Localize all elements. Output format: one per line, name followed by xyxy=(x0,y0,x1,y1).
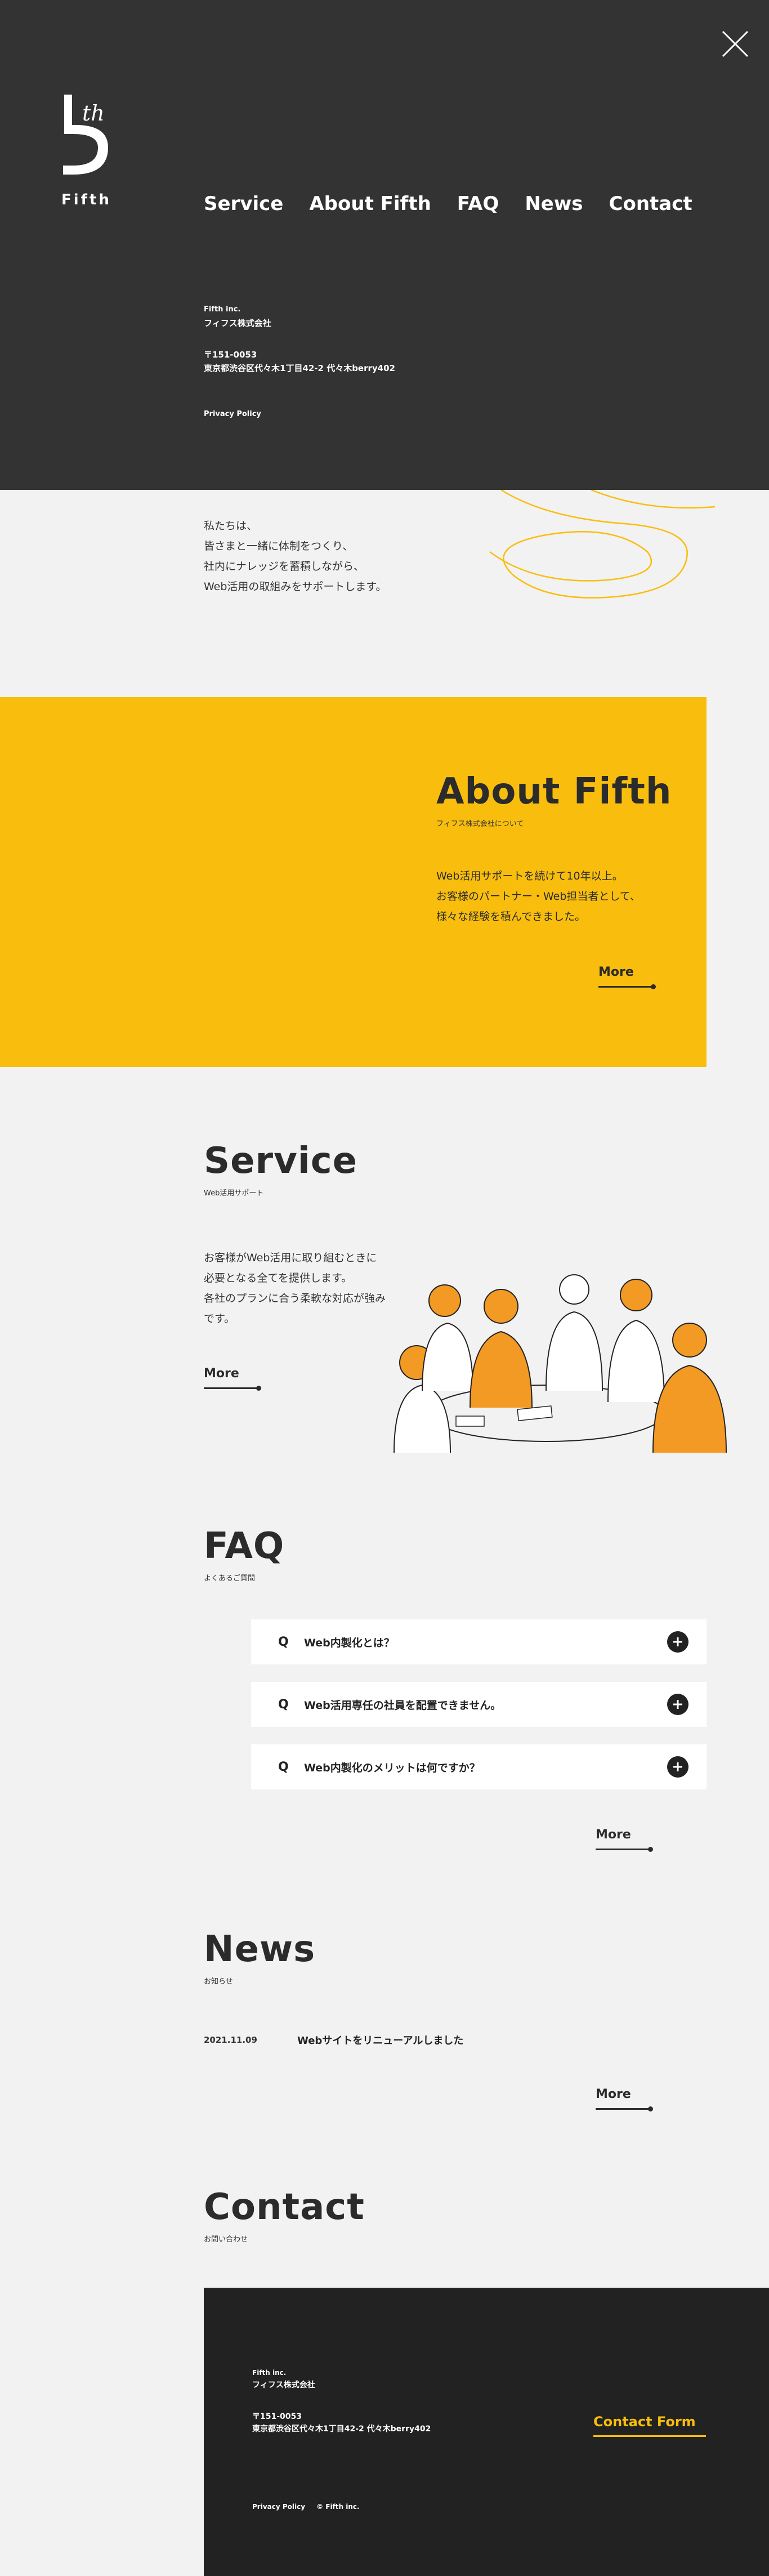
footer: Fifth inc. フィフス株式会社 〒151-0053 東京都渋谷区代々木1… xyxy=(204,2288,769,2576)
privacy-link[interactable]: Privacy Policy xyxy=(204,408,261,421)
service-subtitle: Web活用サポート xyxy=(204,1189,264,1198)
service-more-button[interactable]: More xyxy=(204,1367,261,1391)
plus-icon[interactable] xyxy=(667,1631,688,1653)
service-line: お客様がWeb活用に取り組むときに xyxy=(204,1252,377,1264)
service-line: 各社のプランに合う柔軟な対応が強み xyxy=(204,1292,386,1305)
faq-item[interactable]: Q Web活用専任の社員を配置できません。 xyxy=(251,1682,707,1727)
news-title-text: Webサイトをリニューアルしました xyxy=(297,2035,464,2047)
about-title: About Fifth xyxy=(436,771,672,812)
news-title: News xyxy=(204,1928,316,1970)
team-illustration xyxy=(394,1274,727,1453)
about-line: お客様のパートナー・Web担当者として、 xyxy=(436,890,641,903)
more-label: More xyxy=(596,1828,631,1842)
company-name-ja: フィフス株式会社 xyxy=(204,318,271,328)
nav-faq[interactable]: FAQ xyxy=(457,193,499,215)
about-text: Web活用サポートを続けて10年以上。 お客様のパートナー・Web担当者として、… xyxy=(436,866,641,927)
footer-bottom: Privacy Policy © Fifth inc. xyxy=(252,2501,360,2513)
faq-item[interactable]: Q Web内製化とは？ xyxy=(251,1619,707,1664)
intro-line: 私たちは、 xyxy=(204,520,258,532)
service-line: 必要となる全てを提供します。 xyxy=(204,1272,352,1284)
footer-company-en: Fifth inc. xyxy=(252,2369,287,2377)
arrow-line-icon xyxy=(204,1386,261,1391)
footer-address-line: 東京都渋谷区代々木1丁目42-2 代々木berry402 xyxy=(252,2425,431,2434)
plus-icon[interactable] xyxy=(667,1756,688,1778)
arrow-line-icon xyxy=(598,984,656,989)
main-nav: Service About Fifth FAQ News Contact xyxy=(204,193,692,215)
postal-code: 〒151-0053 xyxy=(204,350,257,360)
intro-line: 皆さまと一緒に体制をつくり、 xyxy=(204,540,354,552)
intro-text: 私たちは、 皆さまと一緒に体制をつくり、 社内にナレッジを蓄積しながら、 Web… xyxy=(204,516,387,597)
faq-item[interactable]: Q Web内製化のメリットは何ですか？ xyxy=(251,1744,707,1789)
service-title: Service xyxy=(204,1140,358,1182)
footer-address: 〒151-0053 東京都渋谷区代々木1丁目42-2 代々木berry402 xyxy=(252,2410,431,2435)
faq-more-button[interactable]: More xyxy=(596,1828,653,1852)
faq-question: Web内製化とは？ xyxy=(304,1636,395,1649)
faq-q-mark: Q xyxy=(278,1697,289,1712)
logo-label: Fifth xyxy=(61,191,111,208)
service-heading: Service Web活用サポート xyxy=(204,1143,357,1198)
about-more-button[interactable]: More xyxy=(598,965,656,989)
faq-question: Web活用専任の社員を配置できません。 xyxy=(304,1699,502,1712)
close-icon[interactable] xyxy=(719,28,751,60)
more-label: More xyxy=(596,2087,631,2101)
nav-service[interactable]: Service xyxy=(204,193,283,215)
news-more-button[interactable]: More xyxy=(596,2087,653,2111)
faq-q-mark: Q xyxy=(278,1760,289,1774)
company-address: 〒151-0053 東京都渋谷区代々木1丁目42-2 代々木berry402 xyxy=(204,348,395,375)
company-name-en: Fifth inc. xyxy=(204,305,241,314)
nav-about[interactable]: About Fifth xyxy=(309,193,431,215)
svg-text:th: th xyxy=(82,101,105,126)
nav-contact[interactable]: Contact xyxy=(609,193,692,215)
faq-question: Web内製化のメリットは何ですか？ xyxy=(304,1761,480,1774)
about-line: 様々な経験を積んできました。 xyxy=(436,910,586,923)
faq-q-mark: Q xyxy=(278,1635,289,1649)
footer-company: Fifth inc. フィフス株式会社 xyxy=(252,2367,315,2391)
news-date: 2021.11.09 xyxy=(204,2035,257,2045)
intro-line: Web活用の取組みをサポートします。 xyxy=(204,581,387,593)
footer-privacy-link[interactable]: Privacy Policy xyxy=(252,2501,305,2513)
news-subtitle: お知らせ xyxy=(204,1977,233,1986)
address: 東京都渋谷区代々木1丁目42-2 代々木berry402 xyxy=(204,363,395,373)
plus-icon[interactable] xyxy=(667,1694,688,1715)
faq-heading: FAQ よくあるご質問 xyxy=(204,1528,284,1583)
company-info: Fifth inc. フィフス株式会社 xyxy=(204,303,271,330)
arrow-line-icon xyxy=(596,1847,653,1852)
arrow-line-icon xyxy=(593,2435,706,2437)
about-section: About Fifth フィフス株式会社について Web活用サポートを続けて10… xyxy=(0,697,707,1067)
contact-subtitle: お問い合わせ xyxy=(204,2235,248,2244)
service-line: です。 xyxy=(204,1312,235,1325)
contact-form-link[interactable]: Contact Form xyxy=(593,2414,706,2437)
more-label: More xyxy=(598,965,634,979)
menu-overlay: th Fifth Service About Fifth FAQ News Co… xyxy=(0,0,769,490)
service-text: お客様がWeb活用に取り組むときに 必要となる全てを提供します。 各社のプランに… xyxy=(204,1248,386,1329)
faq-title: FAQ xyxy=(204,1525,285,1567)
contact-title: Contact xyxy=(204,2186,365,2228)
footer-company-ja: フィフス株式会社 xyxy=(252,2381,315,2390)
about-line: Web活用サポートを続けて10年以上。 xyxy=(436,870,623,882)
intro-line: 社内にナレッジを蓄積しながら、 xyxy=(204,560,365,573)
scribble-decoration xyxy=(489,490,715,599)
nav-news[interactable]: News xyxy=(525,193,583,215)
arrow-line-icon xyxy=(596,2106,653,2111)
contact-form-label: Contact Form xyxy=(593,2414,696,2430)
footer-postal: 〒151-0053 xyxy=(252,2412,302,2421)
copyright: © Fifth inc. xyxy=(316,2503,360,2511)
contact-heading: Contact お問い合わせ xyxy=(204,2189,365,2244)
news-heading: News お知らせ xyxy=(204,1931,315,1986)
faq-subtitle: よくあるご質問 xyxy=(204,1574,256,1583)
news-item[interactable]: 2021.11.09 Webサイトをリニューアルしました xyxy=(204,2033,463,2047)
more-label: More xyxy=(204,1367,239,1381)
about-subtitle: フィフス株式会社について xyxy=(436,820,524,828)
